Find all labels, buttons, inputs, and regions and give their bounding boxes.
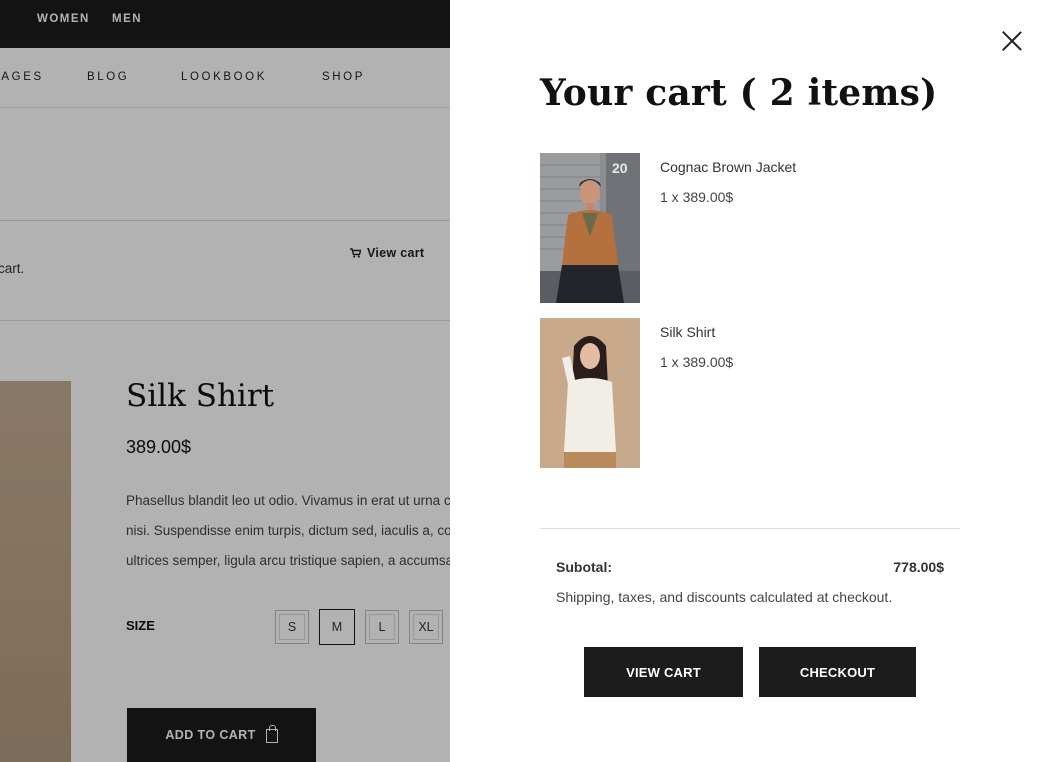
cart-item-name[interactable]: Silk Shirt xyxy=(660,324,715,340)
cart-item-quantity-price: 1 x 389.00$ xyxy=(660,354,734,370)
shipping-note: Shipping, taxes, and discounts calculate… xyxy=(556,589,893,605)
subtotal-value: 778.00$ xyxy=(893,559,944,575)
close-icon[interactable] xyxy=(999,28,1025,54)
cart-item: 20 Cognac Brown Jacket 1 x 389.00$ xyxy=(540,153,960,303)
cart-drawer: Your cart ( 2 items) 20 Cognac Brown Jac… xyxy=(450,0,1048,762)
view-cart-button[interactable]: VIEW CART xyxy=(584,647,743,697)
thumbnail-badge: 20 xyxy=(612,160,628,176)
checkout-button[interactable]: CHECKOUT xyxy=(759,647,916,697)
cart-item-name[interactable]: Cognac Brown Jacket xyxy=(660,159,796,175)
cart-item-thumbnail[interactable]: 20 xyxy=(540,153,640,303)
cart-divider xyxy=(540,528,960,529)
cart-item-thumbnail[interactable] xyxy=(540,318,640,468)
silk-shirt-model-image xyxy=(540,318,640,468)
cart-item: Silk Shirt 1 x 389.00$ xyxy=(540,318,960,468)
cart-item-quantity-price: 1 x 389.00$ xyxy=(660,189,734,205)
subtotal-label: Subotal: xyxy=(556,559,612,575)
cart-title: Your cart ( 2 items) xyxy=(540,72,938,114)
dim-overlay[interactable] xyxy=(0,0,450,762)
